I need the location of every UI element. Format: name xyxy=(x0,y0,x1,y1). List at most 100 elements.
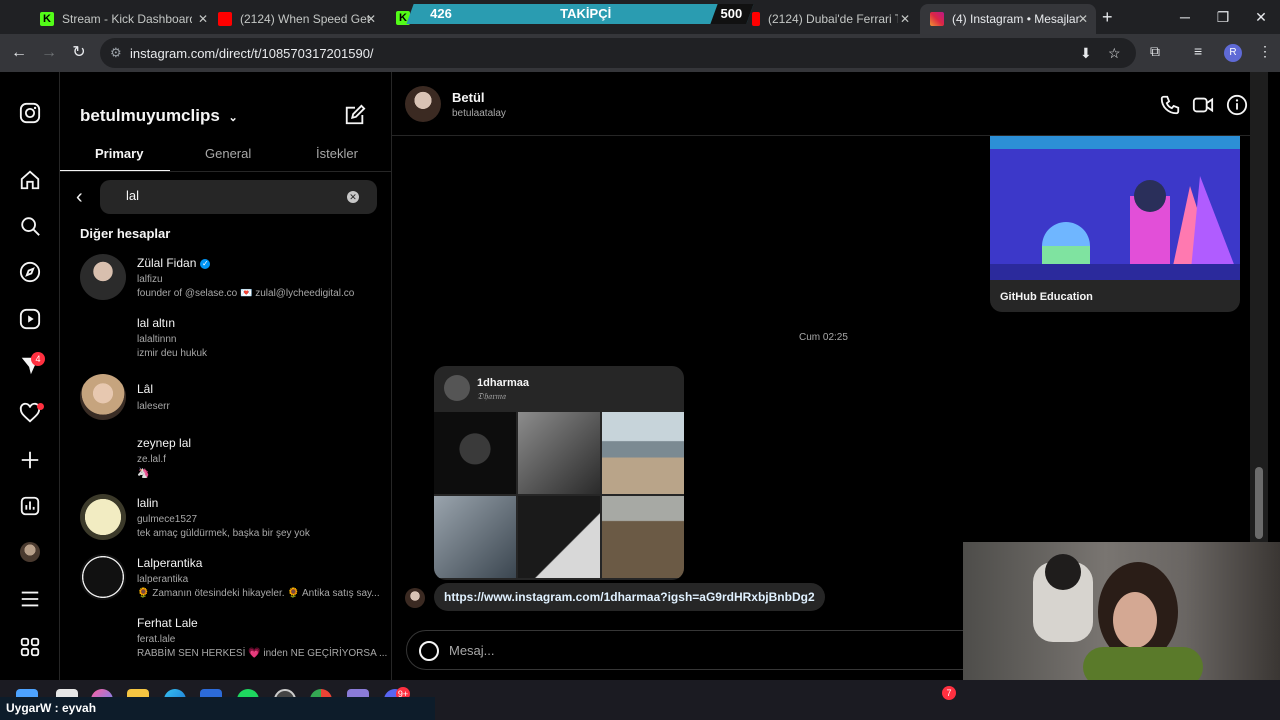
post-thumbnail xyxy=(602,496,684,578)
verified-badge-icon: ✓ xyxy=(200,259,211,269)
follower-goal: 500 xyxy=(720,6,743,21)
tab-requests[interactable]: İstekler xyxy=(316,146,358,161)
search-result[interactable]: zeynep lal ze.lal.f 🦄 xyxy=(80,434,380,492)
tab-primary[interactable]: Primary xyxy=(95,146,143,161)
profile-avatar[interactable]: R xyxy=(1224,44,1242,62)
phone-call-icon[interactable] xyxy=(1159,94,1181,116)
tab-youtube-dubai[interactable]: (2124) Dubai'de Ferrari Tas ✕ xyxy=(752,4,918,34)
webcam-streamer xyxy=(1033,554,1203,680)
tab-instagram[interactable]: (4) Instagram • Mesajlar ✕ xyxy=(920,4,1096,34)
result-name: lal altın xyxy=(137,316,176,330)
close-tab-icon[interactable]: ✕ xyxy=(366,12,376,26)
search-result[interactable]: Lâl laleserr xyxy=(80,374,380,432)
tab-youtube-speed[interactable]: (2124) When Speed Gets D ✕ xyxy=(208,4,384,34)
search-result[interactable]: Ferhat Lale ferat.lale RABBİM SEN HERKES… xyxy=(80,614,387,672)
active-tab-indicator xyxy=(60,170,170,171)
account-switcher[interactable]: betulmuyumclips ⌄ xyxy=(80,106,238,126)
post-author-subtitle: 𝔇𝔥𝔞𝔯𝔪𝔞 xyxy=(477,391,506,401)
clear-search-icon[interactable]: ✕ xyxy=(347,191,359,203)
explore-icon[interactable] xyxy=(19,261,41,283)
link-message[interactable]: https://www.instagram.com/1dharmaa?igsh=… xyxy=(434,583,825,611)
shared-github-education-card[interactable]: GitHub Education xyxy=(990,136,1240,312)
shared-post-card[interactable]: 1dharmaa 𝔇𝔥𝔞𝔯𝔪𝔞 xyxy=(434,366,684,580)
contact-username: betulaatalay xyxy=(452,108,506,119)
contact-avatar[interactable] xyxy=(405,86,441,122)
message-input[interactable] xyxy=(449,643,949,658)
result-bio: founder of @selase.co 💌 zulal@lycheedigi… xyxy=(137,288,355,299)
github-education-illustration xyxy=(990,136,1240,280)
search-result[interactable]: Lalperantika lalperantika 🌻 Zamanın ötes… xyxy=(80,554,380,612)
extensions-icon[interactable]: ⧉ xyxy=(1150,43,1160,60)
reload-icon[interactable]: ↻ xyxy=(68,42,90,64)
instagram-icon xyxy=(930,12,944,26)
create-plus-icon[interactable] xyxy=(19,449,41,471)
profile-avatar-icon[interactable] xyxy=(20,542,40,562)
result-bio: tek amaç güldürmek, başka bir şey yok xyxy=(137,528,310,539)
install-app-icon[interactable]: ⬇ xyxy=(1080,45,1092,62)
section-title: Diğer hesaplar xyxy=(80,226,171,241)
video-call-icon[interactable] xyxy=(1192,94,1214,116)
account-name: betulmuyumclips xyxy=(80,106,220,125)
sender-avatar xyxy=(405,588,425,608)
tab-kick-dashboard[interactable]: K Stream - Kick Dashboard ✕ xyxy=(30,4,216,34)
webcam-overlay xyxy=(963,542,1280,680)
post-author: 1dharmaa xyxy=(477,377,529,389)
result-name: Ferhat Lale xyxy=(137,616,198,630)
stream-chat-ticker: UygarW : eyvah xyxy=(0,697,435,720)
shared-card-label: GitHub Education xyxy=(1000,291,1093,303)
tab-title: (2124) Dubai'de Ferrari Tas xyxy=(768,12,898,26)
result-name-text: Zülal Fidan xyxy=(137,256,197,270)
close-tab-icon[interactable]: ✕ xyxy=(198,12,208,26)
post-thumbnail xyxy=(434,412,516,494)
dashboard-icon[interactable] xyxy=(19,495,41,517)
new-tab-button[interactable]: + xyxy=(1102,7,1113,28)
post-thumbnail xyxy=(518,496,600,578)
search-result[interactable]: lalin gulmece1527 tek amaç güldürmek, ba… xyxy=(80,494,380,552)
minimize-icon[interactable]: ─ xyxy=(1166,0,1204,34)
result-username: gulmece1527 xyxy=(137,514,198,525)
url-text[interactable]: instagram.com/direct/t/108570317201590/ xyxy=(130,46,374,61)
maximize-icon[interactable]: ❐ xyxy=(1204,0,1242,34)
close-window-icon[interactable]: ✕ xyxy=(1242,0,1280,34)
window-controls: ─ ❐ ✕ xyxy=(1166,0,1280,34)
home-icon[interactable] xyxy=(19,169,41,191)
omnibox[interactable]: ⚙ instagram.com/direct/t/108570317201590… xyxy=(100,38,1136,68)
back-icon[interactable]: ← xyxy=(8,42,30,64)
message-timestamp: Cum 02:25 xyxy=(799,332,848,343)
post-thumbnail xyxy=(602,412,684,494)
reels-icon[interactable] xyxy=(19,308,41,330)
illustration-art xyxy=(990,176,1240,280)
close-tab-icon[interactable]: ✕ xyxy=(1078,12,1088,26)
apps-grid-icon[interactable] xyxy=(19,636,41,658)
scrollbar-thumb[interactable] xyxy=(1255,467,1263,539)
forward-icon[interactable]: → xyxy=(38,42,60,64)
emoji-icon[interactable] xyxy=(419,641,439,661)
search-result[interactable]: Zülal Fidan ✓ lalfizu founder of @selase.… xyxy=(80,254,380,312)
direct-messages-panel: betulmuyumclips ⌄ Primary General İstekl… xyxy=(60,72,392,680)
contact-name[interactable]: Betül xyxy=(452,90,485,105)
menu-icon[interactable]: ⋮ xyxy=(1258,43,1272,60)
conversation-info-icon[interactable] xyxy=(1226,94,1248,116)
kick-icon: K xyxy=(40,12,54,26)
search-result[interactable]: lal altın lalaltinnn izmir deu hukuk xyxy=(80,314,380,372)
tab-general[interactable]: General xyxy=(205,146,251,161)
result-bio: 🦄 xyxy=(137,468,150,479)
new-message-icon[interactable] xyxy=(344,104,366,126)
more-menu-icon[interactable] xyxy=(19,588,41,610)
bookmark-star-icon[interactable]: ☆ xyxy=(1108,45,1121,62)
search-icon[interactable] xyxy=(19,215,41,237)
avatar xyxy=(80,494,126,540)
tab-title: Stream - Kick Dashboard xyxy=(62,12,192,26)
youtube-icon xyxy=(752,12,760,26)
inbox-tabs: Primary General İstekler xyxy=(60,142,392,172)
result-username: laleserr xyxy=(137,401,170,412)
result-username: lalperantika xyxy=(137,574,189,585)
site-info-icon[interactable]: ⚙ xyxy=(110,45,122,61)
close-tab-icon[interactable]: ✕ xyxy=(900,12,910,26)
avatar xyxy=(80,374,126,420)
search-input[interactable] xyxy=(126,188,326,203)
result-name: Zülal Fidan ✓ xyxy=(137,256,211,270)
media-control-icon[interactable]: ≡ xyxy=(1194,43,1202,59)
back-arrow-icon[interactable]: ‹ xyxy=(76,186,83,209)
instagram-logo-icon[interactable] xyxy=(19,102,41,124)
